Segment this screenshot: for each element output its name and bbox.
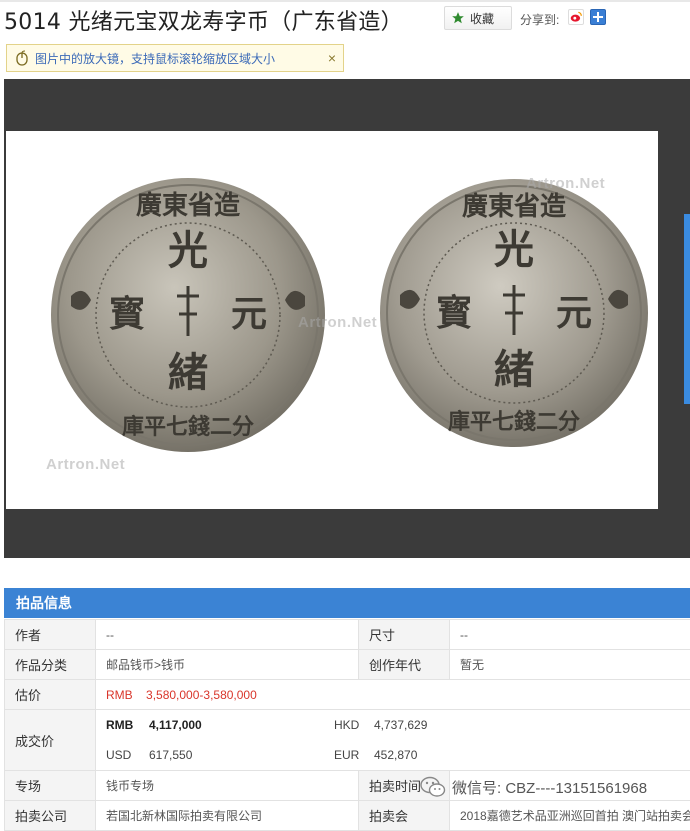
lot-info-table: 作者 -- 尺寸 -- 作品分类 邮品钱币>钱币 创作年代 暂无 估价 RMB … bbox=[4, 619, 690, 831]
page-title: 5014 光绪元宝双龙寿字币（广东省造） bbox=[4, 4, 403, 36]
mouse-icon bbox=[15, 50, 29, 66]
size-label: 尺寸 bbox=[359, 620, 450, 650]
svg-text:寳: 寳 bbox=[109, 293, 145, 335]
watermark-middle: Artron.Net bbox=[298, 314, 377, 331]
table-row: 拍卖公司 若国北新林国际拍卖有限公司 拍卖会 2018嘉德艺术品亚洲巡回首拍 澳… bbox=[5, 801, 690, 831]
more-share-icon[interactable] bbox=[590, 9, 606, 25]
year-label: 创作年代 bbox=[359, 650, 450, 680]
top-rule bbox=[0, 0, 690, 2]
company-value[interactable]: 若国北新林国际拍卖有限公司 bbox=[96, 801, 359, 831]
coin-image[interactable]: 廣東省造 光 寳 元 緒 庫平七錢二分 bbox=[6, 131, 658, 509]
usd-label: USD bbox=[106, 748, 131, 762]
estimate-value: 3,580,000-3,580,000 bbox=[146, 688, 257, 702]
hkd-value: 4,737,629 bbox=[374, 718, 427, 732]
table-row: 成交价 RMB 4,117,000 HKD 4,737,629 USD 617,… bbox=[5, 710, 690, 771]
tip-close-button[interactable]: × bbox=[328, 50, 336, 66]
favorite-label: 收藏 bbox=[470, 10, 494, 27]
estimate-label: 估价 bbox=[5, 680, 96, 710]
wechat-watermark: 微信号: CBZ----13151561968 bbox=[420, 776, 647, 798]
company-label: 拍卖公司 bbox=[5, 801, 96, 831]
usd-value: 617,550 bbox=[149, 748, 192, 762]
svg-text:光: 光 bbox=[168, 227, 208, 274]
favorite-button[interactable]: 收藏 bbox=[444, 6, 512, 30]
svg-text:緒: 緒 bbox=[168, 349, 208, 396]
estimate-currency: RMB bbox=[106, 688, 133, 702]
coin-obverse-right: 廣東省造 光 寳 元 緒 庫平七錢二分 bbox=[378, 177, 650, 449]
svg-text:緒: 緒 bbox=[494, 346, 534, 393]
wechat-text: 微信号: CBZ----13151561968 bbox=[452, 777, 647, 798]
estimate-value-cell: RMB 3,580,000-3,580,000 bbox=[96, 680, 690, 710]
tip-text: 图片中的放大镜，支持鼠标滚轮缩放区域大小 bbox=[35, 50, 275, 67]
session-value[interactable]: 钱币专场 bbox=[96, 771, 359, 801]
svg-text:光: 光 bbox=[494, 226, 534, 273]
table-row: 估价 RMB 3,580,000-3,580,000 bbox=[5, 680, 690, 710]
eur-label: EUR bbox=[334, 748, 359, 762]
deal-label: 成交价 bbox=[5, 710, 96, 771]
hkd-label: HKD bbox=[334, 718, 359, 732]
svg-text:庫平七錢二分: 庫平七錢二分 bbox=[122, 414, 254, 440]
author-value: -- bbox=[96, 620, 359, 650]
svg-text:元: 元 bbox=[231, 293, 267, 335]
table-row: 作品分类 邮品钱币>钱币 创作年代 暂无 bbox=[5, 650, 690, 680]
eur-value: 452,870 bbox=[374, 748, 417, 762]
svg-text:庫平七錢二分: 庫平七錢二分 bbox=[448, 409, 580, 435]
star-icon bbox=[451, 11, 465, 25]
watermark-top-right: Artron.Net bbox=[526, 175, 605, 192]
session-label: 专场 bbox=[5, 771, 96, 801]
size-value: -- bbox=[450, 620, 690, 650]
svg-text:寳: 寳 bbox=[436, 292, 472, 334]
svg-text:廣東省造: 廣東省造 bbox=[136, 191, 240, 221]
viewer-scroll-accent[interactable] bbox=[684, 214, 690, 404]
deal-value-cell: RMB 4,117,000 HKD 4,737,629 USD 617,550 … bbox=[96, 710, 690, 771]
info-heading: 拍品信息 bbox=[4, 588, 690, 618]
category-label: 作品分类 bbox=[5, 650, 96, 680]
share-label: 分享到: bbox=[520, 11, 559, 28]
auction-value[interactable]: 2018嘉德艺术品亚洲巡回首拍 澳门站拍卖会 bbox=[450, 801, 690, 831]
svg-text:元: 元 bbox=[556, 292, 592, 334]
magnifier-tip: 图片中的放大镜，支持鼠标滚轮缩放区域大小 × bbox=[6, 44, 344, 72]
weibo-share-icon[interactable] bbox=[568, 9, 584, 25]
auction-label: 拍卖会 bbox=[359, 801, 450, 831]
year-value: 暂无 bbox=[450, 650, 690, 680]
table-row: 作者 -- 尺寸 -- bbox=[5, 620, 690, 650]
wechat-icon bbox=[420, 776, 446, 798]
category-value[interactable]: 邮品钱币>钱币 bbox=[96, 650, 359, 680]
author-label: 作者 bbox=[5, 620, 96, 650]
watermark-bottom-left: Artron.Net bbox=[46, 456, 125, 473]
coin-obverse-left: 廣東省造 光 寳 元 緒 庫平七錢二分 bbox=[49, 176, 327, 454]
image-viewer[interactable]: 廣東省造 光 寳 元 緒 庫平七錢二分 bbox=[4, 79, 690, 558]
svg-text:廣東省造: 廣東省造 bbox=[462, 192, 566, 222]
rmb-label: RMB bbox=[106, 718, 133, 732]
rmb-value: 4,117,000 bbox=[149, 718, 202, 732]
